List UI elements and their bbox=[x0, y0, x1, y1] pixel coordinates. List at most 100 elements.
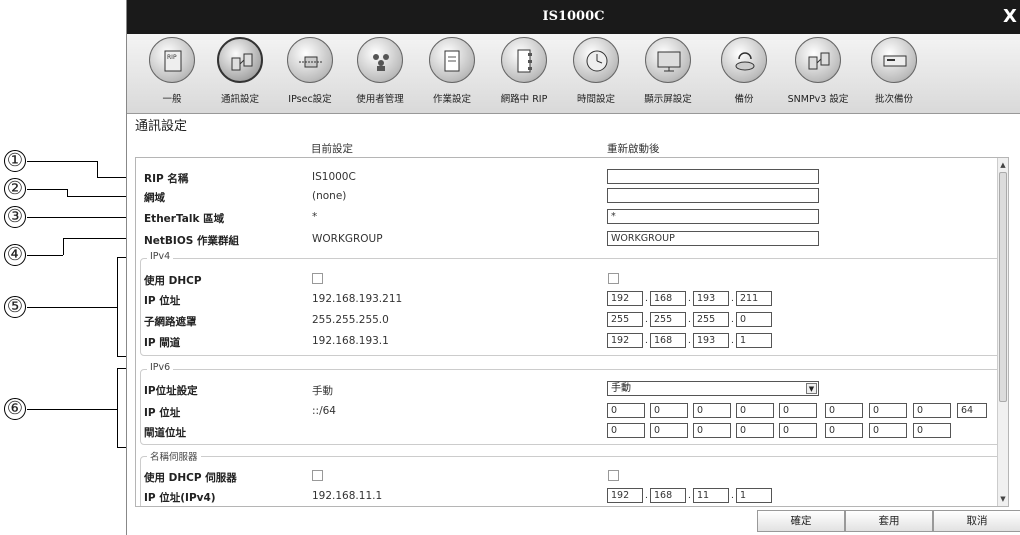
ipv6-gw-seg-5[interactable]: 0 bbox=[779, 423, 817, 438]
toolbar-snmp[interactable]: SNMPv3 設定 bbox=[783, 37, 853, 105]
ipv4-ip-octet-3[interactable]: 193 bbox=[693, 291, 729, 306]
dns-ip-octet-4[interactable]: 1 bbox=[736, 488, 772, 503]
toolbar-users[interactable]: 使用者管理 bbox=[345, 37, 415, 105]
dns-ip-octet-3[interactable]: 11 bbox=[693, 488, 729, 503]
dot: . bbox=[731, 294, 734, 304]
toolbar-network-rip[interactable]: 網路中 RIP bbox=[489, 37, 559, 105]
netbios-input[interactable]: WORKGROUP bbox=[607, 231, 819, 246]
dot: . bbox=[731, 336, 734, 346]
callout-1-leader-v bbox=[97, 161, 98, 177]
dot: . bbox=[731, 315, 734, 325]
title-bar: IS1000C X bbox=[127, 0, 1020, 34]
ipv6-ip-seg-1[interactable]: 0 bbox=[607, 403, 645, 418]
callout-4-leader bbox=[27, 255, 63, 256]
dot: . bbox=[688, 315, 691, 325]
column-current: 目前設定 bbox=[311, 143, 353, 155]
dot: . bbox=[688, 491, 691, 501]
rip-name-label: RIP 名稱 bbox=[144, 173, 189, 185]
dns-ip-octet-2[interactable]: 168 bbox=[650, 488, 686, 503]
ethertalk-label: EtherTalk 區域 bbox=[144, 213, 225, 225]
netbios-current: WORKGROUP bbox=[312, 233, 383, 245]
ipv6-gw-seg-6[interactable]: 0 bbox=[825, 423, 863, 438]
ipv4-gw-octet-4[interactable]: 1 bbox=[736, 333, 772, 348]
ipv6-prefix-length[interactable]: 64 bbox=[957, 403, 987, 418]
backup-icon bbox=[721, 37, 767, 83]
toolbar-network[interactable]: 通訊設定 bbox=[205, 37, 275, 105]
row-netbios: NetBIOS 作業群組 WORKGROUP WORKGROUP bbox=[136, 230, 996, 248]
ipv6-gw-seg-3[interactable]: 0 bbox=[693, 423, 731, 438]
toolbar-label: 作業設定 bbox=[432, 94, 471, 105]
row-ethertalk: EtherTalk 區域 * * bbox=[136, 208, 996, 226]
dot: . bbox=[645, 294, 648, 304]
callout-6-leader bbox=[27, 409, 117, 410]
ipv6-setting-current: 手動 bbox=[312, 385, 333, 397]
ipv6-ip-seg-2[interactable]: 0 bbox=[650, 403, 688, 418]
ipv6-setting-value: 手動 bbox=[611, 383, 631, 394]
dot: . bbox=[645, 491, 648, 501]
ipv6-ip-seg-5[interactable]: 0 bbox=[779, 403, 817, 418]
domain-input[interactable] bbox=[607, 188, 819, 203]
dns-dhcp-checkbox[interactable] bbox=[608, 470, 619, 481]
ipv4-dhcp-checkbox[interactable] bbox=[608, 273, 619, 284]
ipv4-gw-octet-3[interactable]: 193 bbox=[693, 333, 729, 348]
ipv6-gw-seg-2[interactable]: 0 bbox=[650, 423, 688, 438]
toolbar-label: 一般 bbox=[162, 94, 182, 105]
scroll-up-icon[interactable]: ▲ bbox=[998, 160, 1008, 170]
ipv4-dhcp-label: 使用 DHCP bbox=[144, 275, 202, 287]
toolbar: RIP 一般 通訊設定 IPsec設定 使用者管理 作業設定 網路中 RIP 時… bbox=[127, 34, 1020, 114]
ipv6-ip-current: ::/64 bbox=[312, 405, 336, 417]
ipv6-ip-seg-4[interactable]: 0 bbox=[736, 403, 774, 418]
dot: . bbox=[645, 336, 648, 346]
ipv4-gw-octet-2[interactable]: 168 bbox=[650, 333, 686, 348]
ok-button[interactable]: 確定 bbox=[757, 510, 845, 532]
ipv4-mask-octet-3[interactable]: 255 bbox=[693, 312, 729, 327]
ipv6-gw-seg-4[interactable]: 0 bbox=[736, 423, 774, 438]
ipv4-mask-octet-2[interactable]: 255 bbox=[650, 312, 686, 327]
cancel-button[interactable]: 取消 bbox=[933, 510, 1020, 532]
toolbar-label: IPsec設定 bbox=[288, 94, 332, 105]
dns-dhcp-current-checkbox bbox=[312, 470, 323, 481]
ipv4-mask-octet-1[interactable]: 255 bbox=[607, 312, 643, 327]
ipv4-mask-label: 子網路遮罩 bbox=[144, 316, 197, 328]
ipv4-dhcp-current-checkbox bbox=[312, 273, 323, 284]
toolbar-time[interactable]: 時間設定 bbox=[561, 37, 631, 105]
vertical-scrollbar[interactable]: ▲ ▼ bbox=[997, 158, 1008, 506]
section-title: 通訊設定 bbox=[135, 119, 188, 134]
ipv4-mask-octet-4[interactable]: 0 bbox=[736, 312, 772, 327]
ipv4-ip-current: 192.168.193.211 bbox=[312, 293, 403, 305]
callout-3: ③ bbox=[4, 206, 26, 228]
ipv4-ip-octet-4[interactable]: 211 bbox=[736, 291, 772, 306]
ipv4-ip-octet-2[interactable]: 168 bbox=[650, 291, 686, 306]
toolbar-backup[interactable]: 備份 bbox=[709, 37, 779, 105]
scrollbar-thumb[interactable] bbox=[999, 172, 1007, 402]
ipv6-ip-label: IP 位址 bbox=[144, 407, 181, 419]
toolbar-display[interactable]: 顯示屏設定 bbox=[633, 37, 703, 105]
ipv4-ip-octet-1[interactable]: 192 bbox=[607, 291, 643, 306]
scroll-down-icon[interactable]: ▼ bbox=[998, 494, 1008, 504]
callout-2-leader bbox=[27, 189, 67, 190]
rip-name-input[interactable] bbox=[607, 169, 819, 184]
toolbar-batch-backup[interactable]: 批次備份 bbox=[859, 37, 929, 105]
toolbar-ipsec[interactable]: IPsec設定 bbox=[275, 37, 345, 105]
network-icon bbox=[217, 37, 263, 83]
ipv6-ip-seg-7[interactable]: 0 bbox=[869, 403, 907, 418]
dns-ip-octet-1[interactable]: 192 bbox=[607, 488, 643, 503]
ipv6-gw-seg-8[interactable]: 0 bbox=[913, 423, 951, 438]
ipv4-mask-current: 255.255.255.0 bbox=[312, 314, 389, 326]
clock-icon bbox=[573, 37, 619, 83]
ipv6-gw-seg-7[interactable]: 0 bbox=[869, 423, 907, 438]
toolbar-label: 通訊設定 bbox=[220, 94, 259, 105]
toolbar-general[interactable]: RIP 一般 bbox=[137, 37, 207, 105]
apply-button[interactable]: 套用 bbox=[845, 510, 933, 532]
ipv6-ip-seg-3[interactable]: 0 bbox=[693, 403, 731, 418]
chevron-down-icon: ▼ bbox=[806, 383, 817, 394]
toolbar-job[interactable]: 作業設定 bbox=[417, 37, 487, 105]
dns-dhcp-label: 使用 DHCP 伺服器 bbox=[144, 472, 237, 484]
ipv6-gw-seg-1[interactable]: 0 bbox=[607, 423, 645, 438]
ethertalk-input[interactable]: * bbox=[607, 209, 819, 224]
ipv6-setting-select[interactable]: 手動 ▼ bbox=[607, 381, 819, 396]
ipv6-ip-seg-6[interactable]: 0 bbox=[825, 403, 863, 418]
close-icon[interactable]: X bbox=[1000, 7, 1020, 27]
ipv4-gw-octet-1[interactable]: 192 bbox=[607, 333, 643, 348]
ipv6-ip-seg-8[interactable]: 0 bbox=[913, 403, 951, 418]
